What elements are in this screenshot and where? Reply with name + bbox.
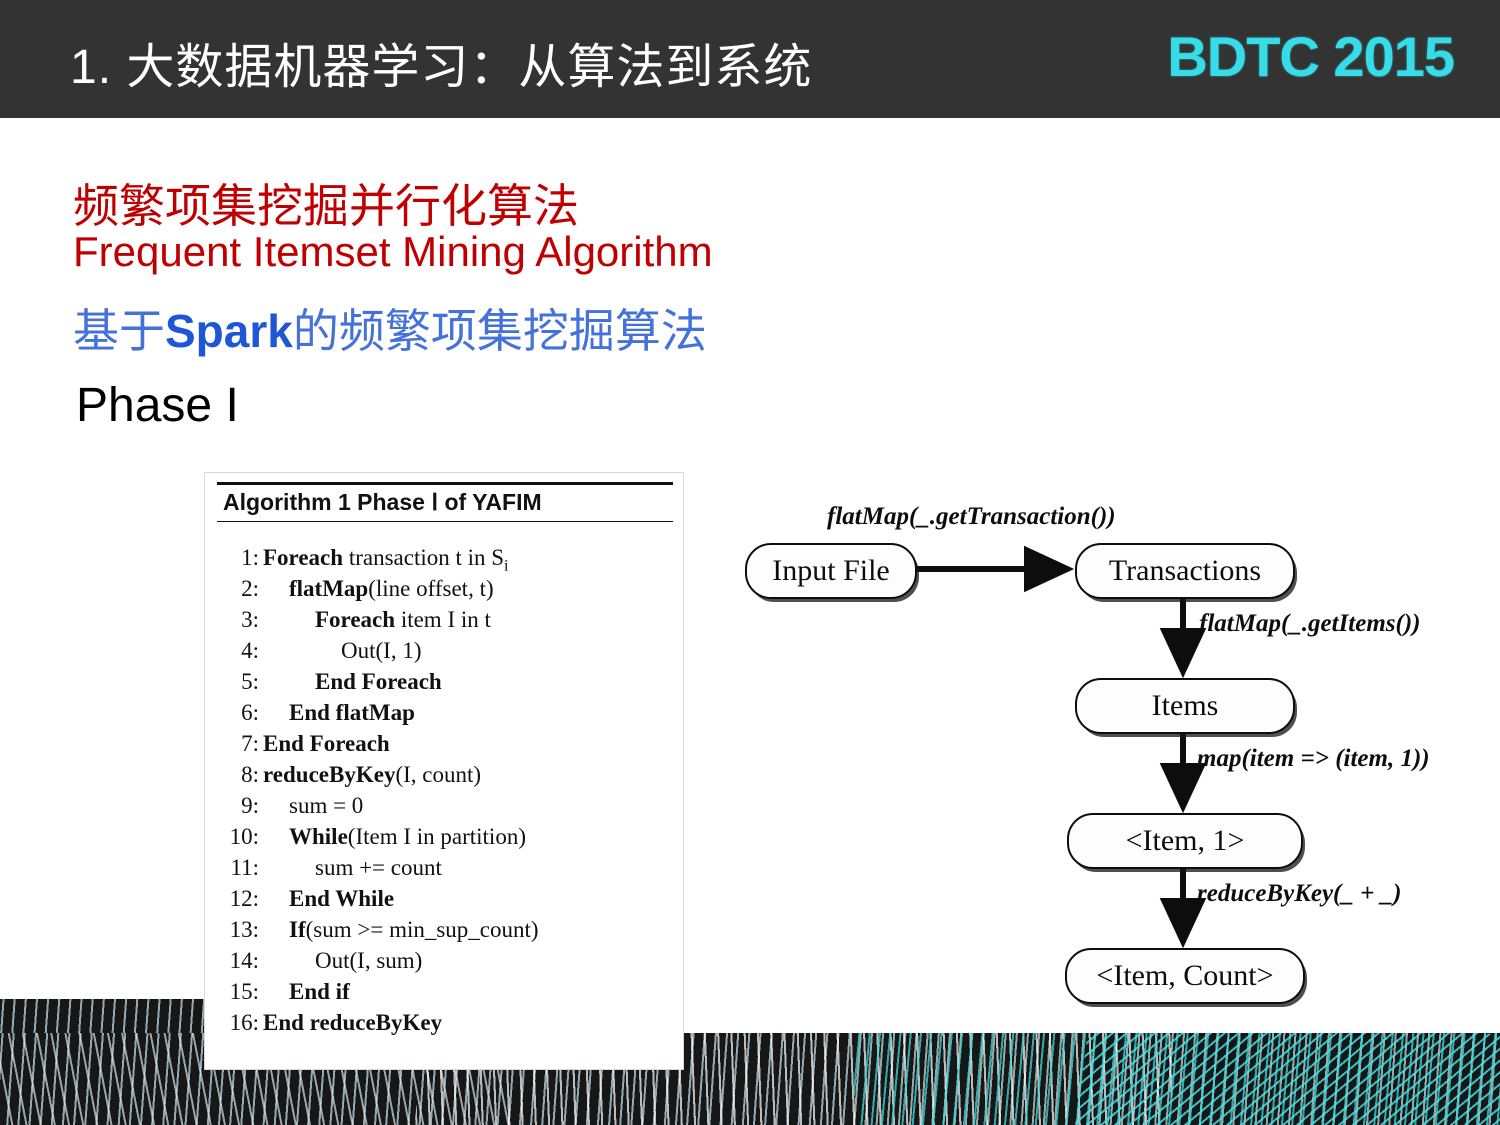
flow-edge-label-flatmap-getitems: flatMap(_.getItems()) [1199,610,1421,637]
algorithm-line-text: flatMap(line offset, t) [289,576,494,601]
algorithm-line-number: 12: [229,886,259,911]
algorithm-line: 15: End if [217,979,673,1010]
section-title-chinese: 频繁项集挖掘并行化算法 [73,179,579,233]
algorithm-pseudocode-box: Algorithm 1 Phase Ⅰ of YAFIM 1: Foreach t… [204,472,684,1070]
algorithm-line: 3: Foreach item I in t [217,607,673,638]
algorithm-line-text: Foreach transaction t in Si [263,545,509,575]
phase-label: Phase I [76,379,239,432]
flow-edge-label-reducebykey: reduceByKey(_ + _) [1197,880,1402,907]
algorithm-line-text: End flatMap [289,700,415,725]
algorithm-line-text: End While [289,886,395,911]
wave-pattern-cyan-diag [1069,1033,1500,1125]
algorithm-line: 9: sum = 0 [217,793,673,824]
page-title: 1. 大数据机器学习：从算法到系统 [70,41,813,94]
algorithm-line-number: 11: [230,855,259,880]
flow-node-item-one: <Item, 1> [1067,813,1303,869]
algorithm-heading: Algorithm 1 Phase Ⅰ of YAFIM [223,489,542,515]
algorithm-line: 6: End flatMap [217,700,673,731]
flow-edge-label-map-item: map(item => (item, 1)) [1197,745,1430,772]
algorithm-line-text: Out(I, sum) [315,948,423,973]
algorithm-line-number: 9: [241,793,259,818]
algorithm-line-number: 1: [241,545,259,570]
algorithm-line-number: 13: [229,917,259,942]
flow-node-items: Items [1075,678,1295,734]
algorithm-line: 11: sum += count [217,855,673,886]
algorithm-line-number: 3: [241,607,259,632]
algorithm-line-number: 6: [241,700,259,725]
algorithm-line: 7: End Foreach [217,731,673,762]
algorithm-line-number: 10: [229,824,259,849]
bdtc-brand-logo: BDTC 2015 [1167,25,1455,88]
algorithm-line-number: 14: [229,948,259,973]
algorithm-line: 4: Out(I, 1) [217,638,673,669]
algorithm-line-number: 15: [229,979,259,1004]
spark-dataflow-diagram: Input File Transactions Items <Item, 1> … [735,495,1480,1020]
algorithm-line: 1: Foreach transaction t in Si [217,545,673,576]
algorithm-heading-rule: Algorithm 1 Phase Ⅰ of YAFIM [217,482,673,522]
algorithm-line-list: 1: Foreach transaction t in Si 2: flatMap(l… [217,545,673,1041]
algorithm-line-text: sum += count [315,855,442,880]
algorithm-line-text: Out(I, 1) [341,638,422,663]
subtitle-prefix: 基于 [73,304,165,358]
algorithm-line: 8: reduceByKey(I, count) [217,762,673,793]
slide-header-bar: 1. 大数据机器学习：从算法到系统 BDTC 2015 [0,0,1500,118]
section-title-english: Frequent Itemset Mining Algorithm [73,228,713,275]
algorithm-line-number: 2: [241,576,259,601]
algorithm-line: 14: Out(I, sum) [217,948,673,979]
algorithm-line-text: sum = 0 [289,793,364,818]
algorithm-line-text: If(sum >= min_sup_count) [289,917,539,942]
algorithm-line-number: 16: [229,1010,259,1035]
slide-canvas: 1. 大数据机器学习：从算法到系统 BDTC 2015 频繁项集挖掘并行化算法 … [0,0,1500,1125]
algorithm-line: 5: End Foreach [217,669,673,700]
algorithm-line-number: 7: [241,731,259,756]
algorithm-line: 2: flatMap(line offset, t) [217,576,673,607]
section-subtitle-chinese: 基于Spark的频繁项集挖掘算法 [73,295,707,361]
flow-node-item-count: <Item, Count> [1065,948,1305,1004]
algorithm-line: 13: If(sum >= min_sup_count) [217,917,673,948]
algorithm-line-text: While(Item I in partition) [289,824,526,849]
algorithm-line-text: reduceByKey(I, count) [263,762,482,787]
algorithm-line-text: End Foreach [263,731,390,756]
algorithm-line-number: 8: [241,762,259,787]
algorithm-line-text: End Foreach [315,669,442,694]
flow-edge-label-flatmap-gettransaction: flatMap(_.getTransaction()) [827,503,1116,530]
flow-node-transactions: Transactions [1075,543,1295,599]
algorithm-line: 12: End While [217,886,673,917]
algorithm-line-text: Foreach item I in t [315,607,491,632]
algorithm-line-number: 5: [241,669,259,694]
subtitle-spark-keyword: Spark [165,305,293,357]
algorithm-line-number: 4: [241,638,259,663]
algorithm-line: 10: While(Item I in partition) [217,824,673,855]
flow-node-input-file: Input File [745,543,917,599]
algorithm-line-text: End if [289,979,350,1004]
algorithm-line-text: End reduceByKey [263,1010,443,1035]
subtitle-suffix: 的频繁项集挖掘算法 [292,304,707,358]
algorithm-line: 16: End reduceByKey [217,1010,673,1041]
